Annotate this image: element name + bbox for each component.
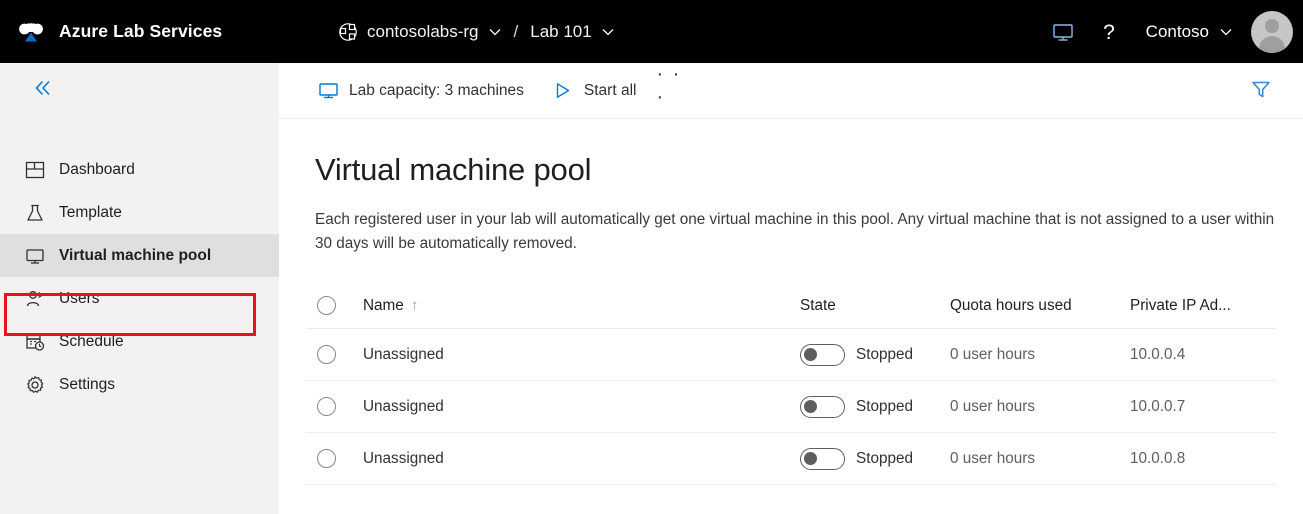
- cell-quota: 0 user hours: [950, 345, 1036, 363]
- sidebar-item-virtual-machine-pool[interactable]: Virtual machine pool: [0, 234, 279, 277]
- filter-button[interactable]: [1241, 63, 1281, 119]
- cell-private-ip: 10.0.0.7: [1130, 397, 1186, 415]
- cell-private-ip: 10.0.0.8: [1130, 449, 1186, 467]
- breadcrumb-separator: /: [513, 21, 519, 41]
- user-icon: [24, 288, 46, 310]
- tenant-selector[interactable]: Contoso: [1132, 0, 1241, 63]
- power-toggle[interactable]: [800, 395, 845, 418]
- sidebar-item-users[interactable]: Users: [0, 277, 279, 320]
- table-row[interactable]: Unassigned Stopped 0 user hours 10.0.0.8: [306, 433, 1276, 485]
- virtual-machines-table: Name ↑ State Quota hours used Private IP …: [279, 283, 1303, 485]
- table-header-row: Name ↑ State Quota hours used Private IP …: [306, 283, 1276, 329]
- sidebar-item-template[interactable]: Template: [0, 191, 279, 234]
- radio-unchecked-icon[interactable]: [317, 296, 336, 315]
- dashboard-icon: [24, 159, 46, 181]
- double-chevron-left-icon: [31, 76, 55, 105]
- column-header-private-ip[interactable]: Private IP Ad...: [1130, 297, 1270, 315]
- start-all-button[interactable]: Start all: [542, 63, 647, 119]
- sidebar-item-dashboard[interactable]: Dashboard: [0, 148, 279, 191]
- sidebar-item-settings[interactable]: Settings: [0, 363, 279, 406]
- avatar[interactable]: [1241, 0, 1303, 63]
- row-select-cell: [306, 397, 363, 416]
- brand-title: Azure Lab Services: [59, 21, 223, 41]
- help-question-icon[interactable]: ?: [1086, 0, 1132, 63]
- sidebar-item-label: Users: [59, 289, 100, 307]
- column-header-name[interactable]: Name ↑: [363, 297, 800, 315]
- cell-name: Unassigned: [363, 345, 444, 363]
- sidebar-item-label: Schedule: [59, 332, 124, 350]
- resource-group-icon: [338, 22, 358, 42]
- azure-lab-services-page: Azure Lab Services contosolabs-rg / Lab …: [0, 0, 1303, 514]
- toggle-knob: [804, 451, 817, 465]
- play-triangle-icon: [552, 80, 574, 102]
- chevron-down-icon[interactable]: [601, 25, 615, 39]
- cell-state: Stopped: [800, 395, 950, 418]
- overflow-menu-button[interactable]: · · ·: [656, 63, 694, 119]
- sidebar-collapse-button[interactable]: [8, 63, 78, 118]
- azure-logo-icon: [14, 15, 48, 49]
- toggle-knob: [804, 347, 817, 361]
- toggle-knob: [804, 399, 817, 413]
- column-header-name-label: Name: [363, 296, 404, 314]
- sidebar-item-label: Settings: [59, 375, 116, 393]
- calendar-clock-icon: [24, 331, 46, 353]
- command-bar: Lab capacity: 3 machines Start all · · ·: [279, 63, 1303, 119]
- state-label: Stopped: [856, 449, 913, 467]
- cell-name: Unassigned: [363, 449, 444, 467]
- main-content: Virtual machine pool Each registered use…: [279, 119, 1303, 514]
- table-row[interactable]: Unassigned Stopped 0 user hours 10.0.0.7: [306, 381, 1276, 433]
- brand-home-link[interactable]: Azure Lab Services: [14, 15, 222, 49]
- monitor-icon: [24, 245, 46, 267]
- cell-state: Stopped: [800, 343, 950, 366]
- state-label: Stopped: [856, 345, 913, 363]
- sidebar-nav: Dashboard Template Virtual machine pool …: [0, 148, 279, 406]
- radio-unchecked-icon[interactable]: [317, 397, 336, 416]
- sidebar-item-schedule[interactable]: Schedule: [0, 320, 279, 363]
- power-toggle[interactable]: [800, 343, 845, 366]
- cell-quota: 0 user hours: [950, 449, 1036, 467]
- column-header-quota[interactable]: Quota hours used: [950, 297, 1130, 315]
- cell-private-ip: 10.0.0.4: [1130, 345, 1186, 363]
- gear-icon: [24, 374, 46, 396]
- sidebar: Dashboard Template Virtual machine pool …: [0, 63, 279, 514]
- sidebar-item-label: Dashboard: [59, 160, 135, 178]
- chevron-down-icon[interactable]: [488, 25, 502, 39]
- column-header-state[interactable]: State: [800, 297, 950, 315]
- start-all-label: Start all: [583, 81, 637, 99]
- cell-quota: 0 user hours: [950, 397, 1036, 415]
- sort-ascending-icon: ↑: [410, 296, 419, 314]
- state-label: Stopped: [856, 397, 913, 415]
- breadcrumb-lab-name[interactable]: Lab 101: [530, 22, 591, 42]
- sidebar-item-label: Template: [59, 203, 122, 221]
- sidebar-item-label: Virtual machine pool: [59, 246, 212, 264]
- breadcrumb: contosolabs-rg / Lab 101: [338, 0, 615, 63]
- top-header-bar: Azure Lab Services contosolabs-rg / Lab …: [0, 0, 1303, 63]
- lab-capacity-label: Lab capacity: 3 machines: [349, 81, 524, 99]
- row-select-cell: [306, 345, 363, 364]
- select-all-cell: [306, 296, 363, 315]
- user-avatar-icon: [1251, 10, 1293, 53]
- top-header-actions: ? Contoso: [1040, 0, 1303, 63]
- power-toggle[interactable]: [800, 447, 845, 470]
- row-select-cell: [306, 449, 363, 468]
- radio-unchecked-icon[interactable]: [317, 449, 336, 468]
- table-row[interactable]: Unassigned Stopped 0 user hours 10.0.0.4: [306, 329, 1276, 381]
- lab-capacity-button[interactable]: Lab capacity: 3 machines: [307, 63, 534, 119]
- cell-name: Unassigned: [363, 397, 444, 415]
- breadcrumb-resource-group[interactable]: contosolabs-rg: [367, 22, 479, 42]
- chevron-down-icon: [1219, 25, 1233, 39]
- page-title: Virtual machine pool: [315, 152, 592, 187]
- svg-text:?: ?: [1103, 21, 1115, 44]
- monitor-icon[interactable]: [1040, 0, 1086, 63]
- radio-unchecked-icon[interactable]: [317, 345, 336, 364]
- filter-funnel-icon: [1250, 78, 1272, 105]
- page-description: Each registered user in your lab will au…: [315, 211, 1275, 252]
- tenant-label: Contoso: [1145, 21, 1209, 41]
- flask-icon: [24, 202, 46, 224]
- monitor-icon: [317, 80, 339, 102]
- cell-state: Stopped: [800, 447, 950, 470]
